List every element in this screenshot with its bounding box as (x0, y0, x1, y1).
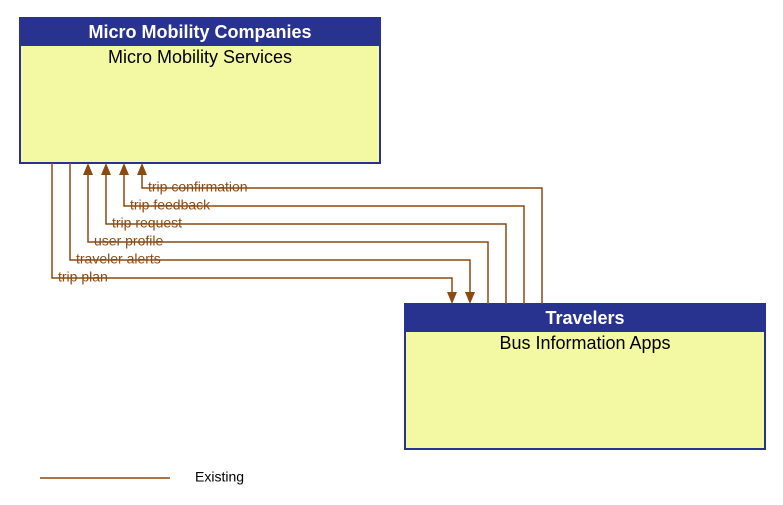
flow-label-trip-confirmation: trip confirmation (148, 179, 248, 195)
flow-label-traveler-alerts: traveler alerts (76, 251, 161, 267)
node-b-header: Travelers (545, 308, 624, 328)
node-bus-information-apps: Travelers Bus Information Apps (405, 304, 765, 449)
architecture-diagram: Micro Mobility Companies Micro Mobility … (0, 0, 783, 505)
flow-label-user-profile: user profile (94, 233, 163, 249)
legend: Existing (40, 469, 244, 485)
flow-label-trip-feedback: trip feedback (130, 197, 211, 213)
flow-user-profile: user profile (83, 163, 488, 304)
flow-label-trip-plan: trip plan (58, 269, 108, 285)
node-micro-mobility-services: Micro Mobility Companies Micro Mobility … (20, 18, 380, 163)
flow-label-trip-request: trip request (112, 215, 182, 231)
flow-trip-confirmation: trip confirmation (137, 163, 542, 304)
node-a-header: Micro Mobility Companies (88, 22, 311, 42)
legend-label-existing: Existing (195, 469, 244, 485)
node-a-title: Micro Mobility Services (108, 47, 292, 67)
node-b-title: Bus Information Apps (499, 333, 670, 353)
